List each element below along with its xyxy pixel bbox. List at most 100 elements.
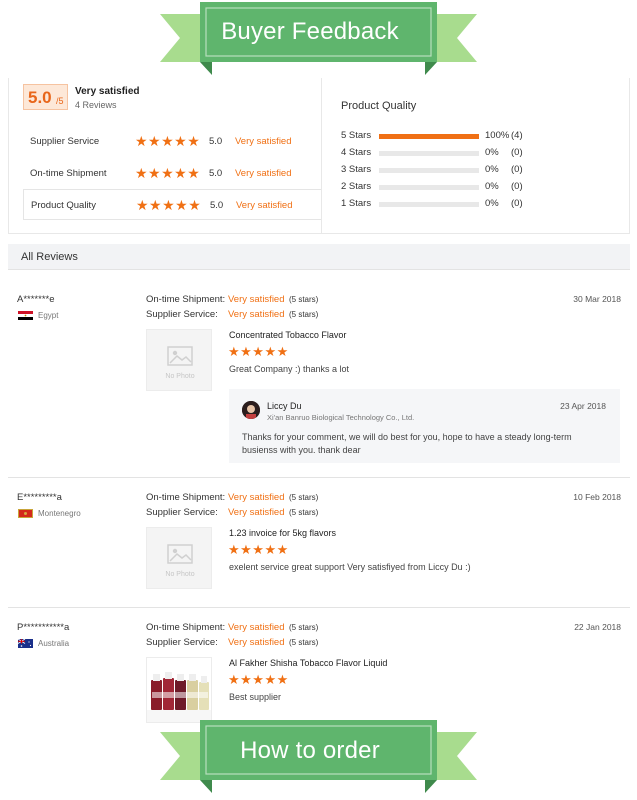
review-comment: exelent service great support Very satis…: [229, 562, 471, 572]
shipment-label: On-time Shipment:: [146, 294, 226, 305]
review-stars: ★★★★★: [228, 672, 289, 687]
progress-bar: [379, 202, 479, 207]
review-comment: Best supplier: [229, 692, 282, 702]
reply-text: Thanks for your comment, we will do best…: [242, 432, 572, 455]
review-date: 22 Jan 2018: [574, 622, 621, 632]
star-row-percent: 100%: [485, 130, 510, 141]
reply-date: 23 Apr 2018: [560, 401, 606, 411]
star-row-count: (0): [511, 198, 523, 209]
star-row-5: 5 Stars 100% (4): [341, 129, 631, 143]
rating-row-on-time-shipment[interactable]: On-time Shipment ★★★★★ 5.0 Very satisfie…: [23, 158, 321, 189]
service-stars: (5 stars): [289, 310, 319, 319]
progress-fill: [379, 134, 479, 139]
service-value: Very satisfied: [228, 637, 285, 648]
star-rating: ★★★★★: [135, 133, 201, 149]
shipment-label: On-time Shipment:: [146, 622, 226, 633]
ribbon-title: Buyer Feedback: [221, 18, 399, 45]
rating-label: Supplier Service: [30, 136, 100, 147]
shipment-stars: (5 stars): [289, 623, 319, 632]
rating-row-product-quality[interactable]: Product Quality ★★★★★ 5.0 Very satisfied: [23, 189, 321, 220]
overall-score: 5.0: [28, 88, 52, 107]
rating-text: Very satisfied: [235, 168, 292, 179]
all-reviews-title: All Reviews: [21, 251, 78, 263]
no-photo-placeholder[interactable]: No Photo: [146, 329, 212, 391]
star-row-count: (0): [511, 181, 523, 192]
star-row-3: 3 Stars 0% (0): [341, 163, 631, 177]
progress-bar: [379, 151, 479, 156]
reviewer-name: P***********a: [17, 622, 70, 633]
review-item: A*******e Egypt On-time Shipment: Very s…: [8, 281, 630, 477]
review-item: P***********a Australia On-time Shipment…: [8, 608, 630, 723]
star-row-count: (0): [511, 164, 523, 175]
rating-score: 5.0: [209, 136, 223, 147]
star-row-label: 3 Stars: [341, 164, 372, 175]
reply-company: Xi'an Banruo Biological Technology Co., …: [267, 413, 415, 422]
rating-summary: 5.0 /5 Very satisfied 4 Reviews Supplier…: [8, 78, 630, 234]
service-label: Supplier Service:: [146, 637, 218, 648]
star-rating: ★★★★★: [135, 165, 201, 181]
australia-flag-icon: [18, 639, 33, 648]
overall-score-max: /5: [56, 96, 64, 106]
shipment-stars: (5 stars): [289, 493, 319, 502]
avatar: [242, 401, 260, 419]
review-product[interactable]: 1.23 invoice for 5kg flavors: [229, 528, 336, 538]
review-product[interactable]: Concentrated Tobacco Flavor: [229, 330, 346, 340]
image-placeholder-icon: [167, 544, 193, 564]
overall-score-badge: 5.0 /5: [23, 84, 68, 110]
no-photo-text: No Photo: [165, 373, 195, 380]
star-row-percent: 0%: [485, 181, 499, 192]
star-row-percent: 0%: [485, 164, 499, 175]
star-row-percent: 0%: [485, 147, 499, 158]
rating-label: On-time Shipment: [30, 168, 107, 179]
egypt-flag-icon: [18, 311, 33, 320]
overall-label: Very satisfied: [75, 86, 140, 97]
review-count: 4 Reviews: [75, 100, 117, 110]
rating-label: Product Quality: [31, 200, 96, 211]
star-row-label: 1 Stars: [341, 198, 372, 209]
review-stars: ★★★★★: [228, 344, 289, 359]
star-row-2: 2 Stars 0% (0): [341, 180, 631, 194]
review-product[interactable]: Al Fakher Shisha Tobacco Flavor Liquid: [229, 658, 387, 668]
service-stars: (5 stars): [289, 508, 319, 517]
service-value: Very satisfied: [228, 507, 285, 518]
rating-row-supplier-service[interactable]: Supplier Service ★★★★★ 5.0 Very satisfie…: [23, 126, 321, 157]
avatar-image-icon: [242, 401, 260, 419]
review-stars: ★★★★★: [228, 542, 289, 557]
progress-bar: [379, 168, 479, 173]
no-photo-text: No Photo: [165, 571, 195, 578]
review-date: 10 Feb 2018: [573, 492, 621, 502]
reviewer-name: E*********a: [17, 492, 62, 503]
rating-text: Very satisfied: [235, 136, 292, 147]
service-label: Supplier Service:: [146, 309, 218, 320]
reviewer-country: Egypt: [38, 311, 59, 320]
review-item: E*********a Montenegro On-time Shipment:…: [8, 478, 630, 606]
reply-author: Liccy Du: [267, 401, 302, 411]
star-row-count: (0): [511, 147, 523, 158]
shipment-label: On-time Shipment:: [146, 492, 226, 503]
star-row-label: 2 Stars: [341, 181, 372, 192]
all-reviews-header[interactable]: All Reviews: [8, 244, 630, 270]
reviewer-country: Montenegro: [38, 509, 81, 518]
no-photo-placeholder[interactable]: No Photo: [146, 527, 212, 589]
product-photo[interactable]: [146, 657, 212, 723]
image-placeholder-icon: [167, 346, 193, 366]
reviewer-name: A*******e: [17, 294, 55, 305]
review-date: 30 Mar 2018: [573, 294, 621, 304]
star-row-percent: 0%: [485, 198, 499, 209]
buyer-feedback-banner: Buyer Feedback: [0, 0, 637, 82]
rating-text: Very satisfied: [236, 200, 293, 211]
star-rating: ★★★★★: [136, 197, 202, 213]
star-row-4: 4 Stars 0% (0): [341, 146, 631, 160]
progress-bar: [379, 185, 479, 190]
star-row-1: 1 Stars 0% (0): [341, 197, 631, 211]
shipment-value: Very satisfied: [228, 294, 285, 305]
star-row-count: (4): [511, 130, 523, 141]
breakdown-title: Product Quality: [341, 100, 417, 112]
star-row-label: 4 Stars: [341, 147, 372, 158]
supplier-reply: Liccy Du Xi'an Banruo Biological Technol…: [229, 389, 620, 463]
service-stars: (5 stars): [289, 638, 319, 647]
product-bottles-image: [147, 658, 211, 722]
montenegro-flag-icon: [18, 509, 33, 518]
shipment-value: Very satisfied: [228, 492, 285, 503]
shipment-value: Very satisfied: [228, 622, 285, 633]
